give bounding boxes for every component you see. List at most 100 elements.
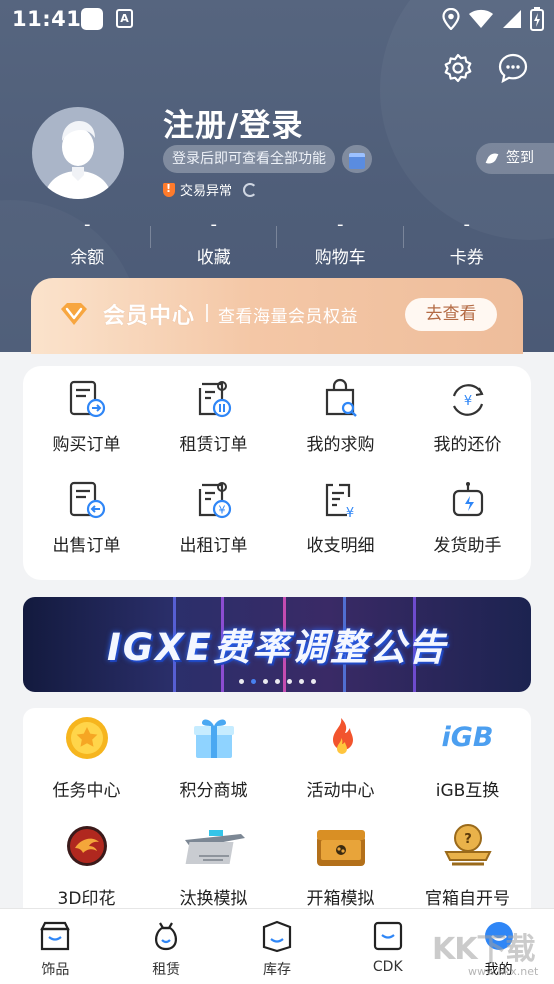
warning-shield-icon bbox=[163, 182, 175, 197]
watermark-url: www.kkx.net bbox=[468, 965, 539, 978]
carousel-dot[interactable] bbox=[238, 679, 244, 684]
stat-balance[interactable]: - 余额 bbox=[24, 214, 151, 274]
income-expense-item[interactable]: ¥ 收支明细 bbox=[277, 479, 404, 580]
carousel-dot[interactable] bbox=[262, 679, 268, 684]
vip-subtitle: 查看海量会员权益 bbox=[218, 307, 358, 327]
buy-order-item[interactable]: 购买订单 bbox=[23, 378, 150, 479]
refresh-icon[interactable] bbox=[243, 182, 258, 197]
a-icon: A bbox=[116, 9, 133, 28]
task-center-item[interactable]: 任务中心 bbox=[23, 714, 150, 822]
tool-label: 开箱模拟 bbox=[306, 889, 375, 909]
avatar[interactable] bbox=[32, 107, 124, 199]
status-time: 11:41 bbox=[12, 7, 82, 31]
sign-in-button[interactable]: 签到 bbox=[476, 143, 554, 174]
order-label: 出售订单 bbox=[52, 536, 121, 556]
stat-label: 收藏 bbox=[196, 248, 231, 268]
tab-label: CDK bbox=[372, 959, 403, 975]
sign-in-label: 签到 bbox=[506, 150, 534, 166]
order-label: 收支明细 bbox=[306, 536, 375, 556]
tab-label: 饰品 bbox=[41, 962, 70, 978]
tab-items[interactable]: 饰品 bbox=[0, 909, 111, 984]
membership-card-icon[interactable] bbox=[342, 145, 372, 173]
official-case-item[interactable]: ? 官箱自开号 bbox=[404, 822, 531, 918]
igb-exchange-item[interactable]: iGB iGB互换 bbox=[404, 714, 531, 822]
carousel-dots[interactable] bbox=[23, 679, 531, 684]
counter-offer-item[interactable]: ¥ 我的还价 bbox=[404, 378, 531, 479]
carousel-dot[interactable] bbox=[286, 679, 292, 684]
tab-label: 租赁 bbox=[152, 962, 181, 978]
announcement-banner[interactable]: IGXE费率调整公告 bbox=[23, 597, 531, 692]
settings-gear-icon[interactable] bbox=[442, 52, 474, 84]
orders-grid: 购买订单 租赁订单 我的求购 ¥ 我的还价 出售订单 ¥ 出租订单 ¥ 收支明细… bbox=[23, 366, 531, 580]
inventory-icon bbox=[262, 920, 292, 953]
carousel-dot[interactable] bbox=[310, 679, 316, 684]
stat-coupons[interactable]: - 卡券 bbox=[404, 214, 531, 274]
message-icon[interactable] bbox=[497, 52, 529, 84]
rent-out-order-item[interactable]: ¥ 出租订单 bbox=[150, 479, 277, 580]
carousel-dot[interactable] bbox=[298, 679, 304, 684]
tab-inventory[interactable]: 库存 bbox=[222, 909, 333, 984]
order-label: 购买订单 bbox=[52, 435, 121, 455]
income-expense-icon: ¥ bbox=[325, 483, 354, 521]
tool-label: iGB互换 bbox=[435, 781, 500, 801]
svg-text:¥: ¥ bbox=[345, 506, 353, 521]
my-request-icon bbox=[325, 378, 357, 417]
divider bbox=[206, 304, 208, 322]
bag-icon bbox=[155, 922, 178, 951]
order-label: 我的求购 bbox=[306, 435, 375, 455]
gift-box-icon bbox=[193, 719, 234, 758]
cdk-icon bbox=[373, 921, 402, 951]
vip-view-button[interactable]: 去查看 bbox=[405, 298, 497, 331]
diamond-icon bbox=[61, 303, 87, 325]
order-label: 出租订单 bbox=[179, 536, 248, 556]
banner-title: IGXE费率调整公告 bbox=[107, 626, 447, 669]
points-mall-item[interactable]: 积分商城 bbox=[150, 714, 277, 822]
delivery-assistant-icon bbox=[452, 482, 483, 517]
tool-label: 任务中心 bbox=[52, 781, 121, 801]
stat-label: 卡券 bbox=[449, 248, 484, 268]
stat-value: - bbox=[463, 214, 471, 235]
tool-label: 官箱自开号 bbox=[425, 889, 510, 909]
rifle-icon bbox=[184, 830, 245, 864]
account-stats: - 余额 - 收藏 - 购物车 - 卡券 bbox=[24, 214, 530, 274]
fire-icon bbox=[332, 718, 353, 754]
tab-label: 库存 bbox=[262, 962, 291, 978]
sell-order-item[interactable]: 出售订单 bbox=[23, 479, 150, 580]
trade-up-sim-item[interactable]: 汰换模拟 bbox=[150, 822, 277, 918]
rent-out-order-icon: ¥ bbox=[198, 482, 231, 519]
signal-icon bbox=[503, 10, 521, 28]
order-label: 租赁订单 bbox=[179, 435, 248, 455]
svg-text:?: ? bbox=[464, 832, 472, 847]
status-bar: 11:41 A bbox=[0, 0, 554, 38]
vip-center-card[interactable]: 会员中心 查看海量会员权益 去查看 bbox=[31, 278, 523, 354]
delivery-assistant-item[interactable]: 发货助手 bbox=[404, 479, 531, 580]
battery-icon bbox=[530, 7, 544, 31]
task-coin-icon bbox=[65, 717, 108, 759]
tab-cdk[interactable]: CDK bbox=[332, 909, 443, 984]
leaf-icon bbox=[485, 150, 499, 167]
login-hint-badge: 登录后即可查看全部功能 bbox=[163, 145, 335, 173]
status-icons bbox=[442, 6, 544, 32]
cs-badge-icon: ? bbox=[443, 824, 492, 866]
stat-label: 购物车 bbox=[314, 248, 366, 268]
sticker-icon bbox=[66, 826, 107, 866]
default-avatar-icon bbox=[44, 121, 112, 199]
vip-title: 会员中心 bbox=[103, 304, 196, 329]
stat-cart[interactable]: - 购物车 bbox=[277, 214, 404, 274]
order-label: 发货助手 bbox=[433, 536, 502, 556]
activity-center-item[interactable]: 活动中心 bbox=[277, 714, 404, 822]
case-open-sim-item[interactable]: 开箱模拟 bbox=[277, 822, 404, 918]
3d-sticker-item[interactable]: 3D印花 bbox=[23, 822, 150, 918]
login-register-link[interactable]: 注册/登录 bbox=[163, 100, 303, 145]
tool-label: 3D印花 bbox=[57, 889, 116, 909]
lease-order-item[interactable]: 租赁订单 bbox=[150, 378, 277, 479]
my-request-item[interactable]: 我的求购 bbox=[277, 378, 404, 479]
stat-label: 余额 bbox=[70, 248, 105, 268]
stat-value: - bbox=[337, 214, 344, 235]
order-label: 我的还价 bbox=[433, 435, 502, 455]
stat-favorites[interactable]: - 收藏 bbox=[151, 214, 277, 274]
carousel-dot-active[interactable] bbox=[250, 679, 256, 684]
carousel-dot[interactable] bbox=[274, 679, 280, 684]
trade-status[interactable]: 交易异常 bbox=[163, 180, 258, 199]
tab-lease[interactable]: 租赁 bbox=[111, 909, 222, 984]
